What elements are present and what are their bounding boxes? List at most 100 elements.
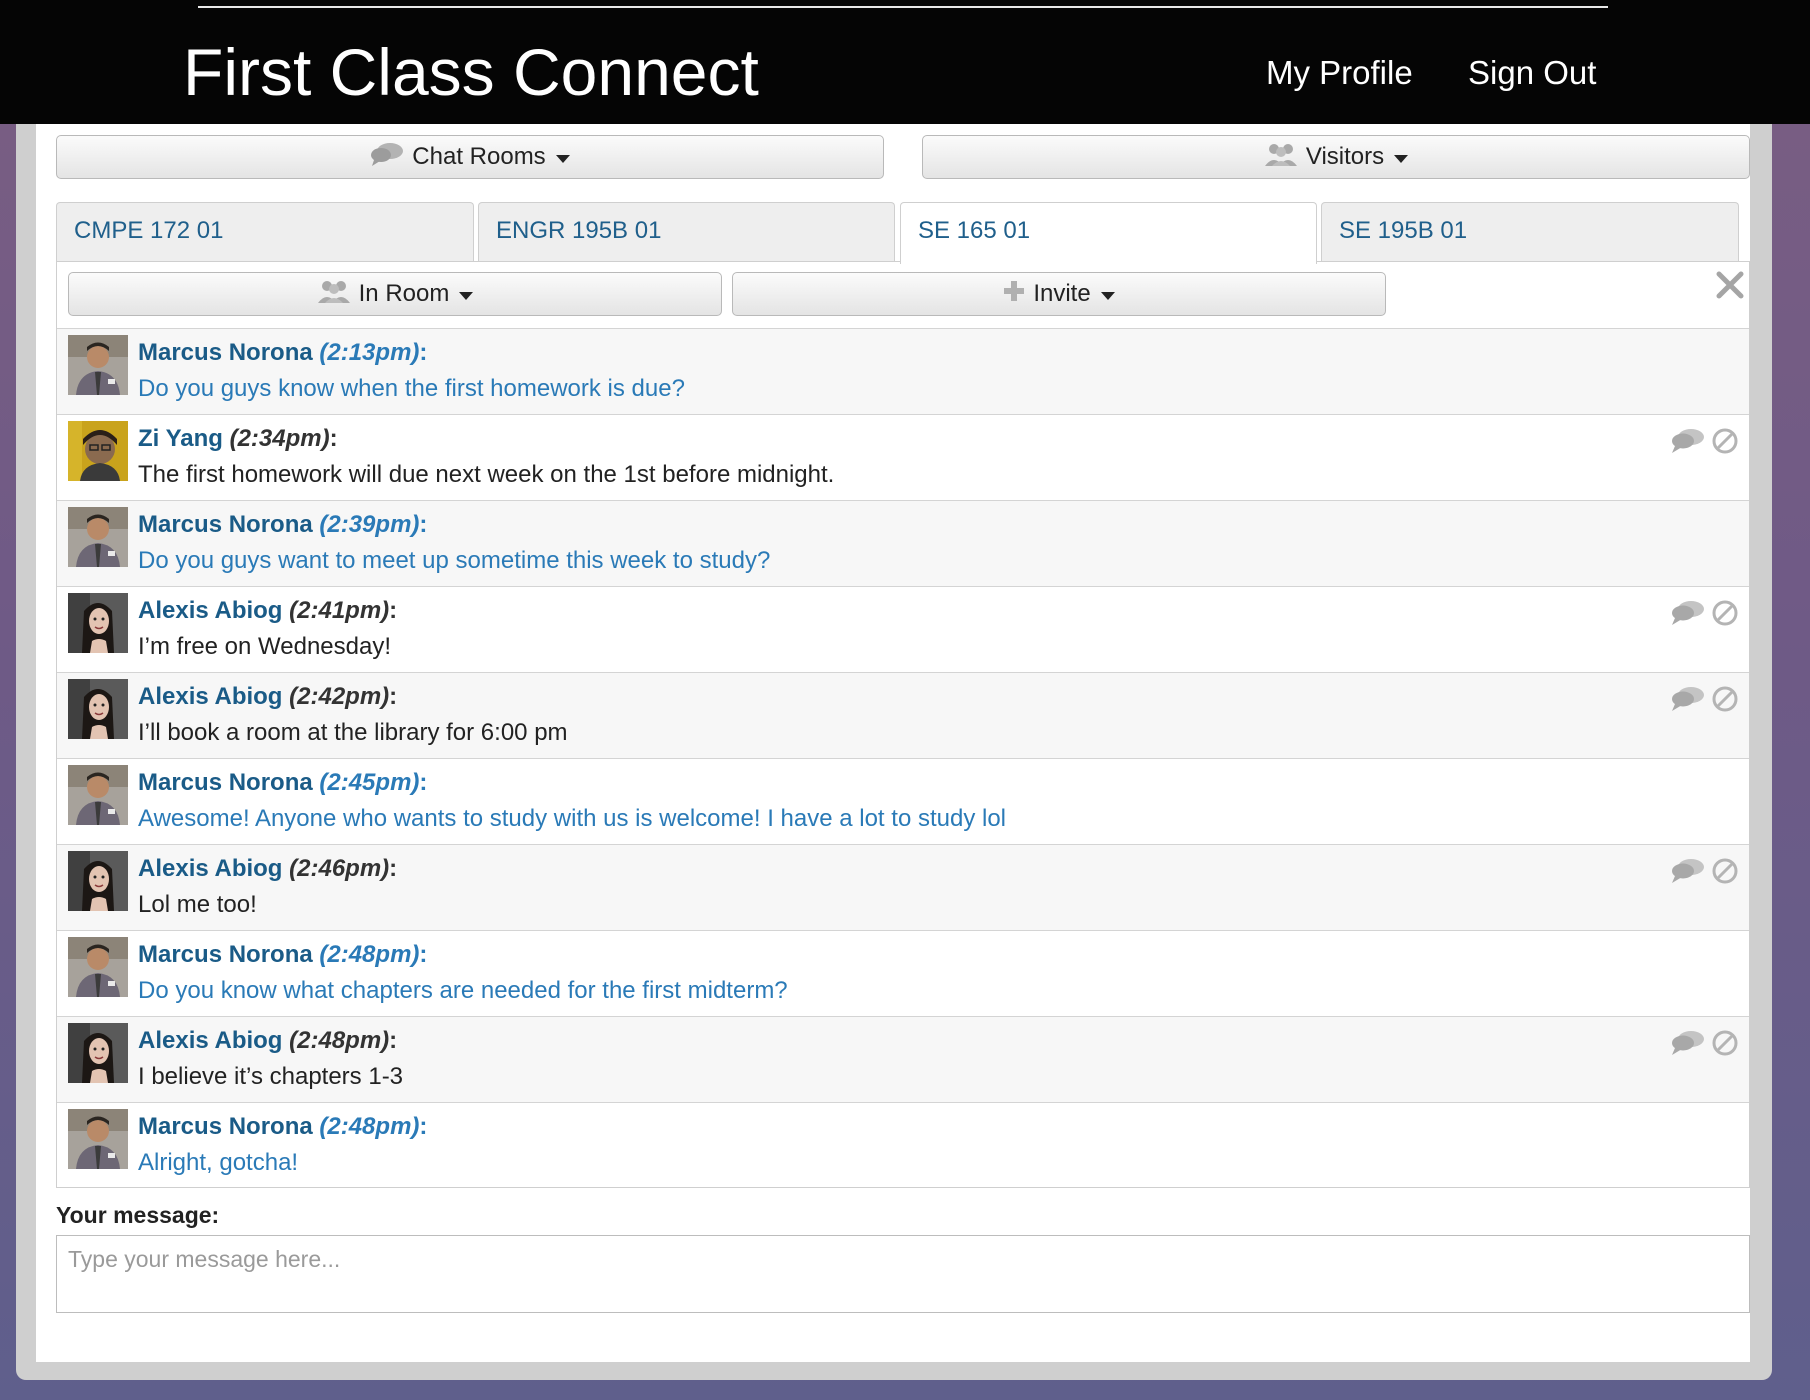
reply-icon[interactable] <box>1671 685 1705 718</box>
message-row: Alexis Abiog (2:48pm): I believe it’s cha… <box>57 1016 1749 1102</box>
message-time: (2:41pm) <box>289 597 390 624</box>
message-text: I’m free on Wednesday! <box>138 633 392 660</box>
sender-name[interactable]: Marcus Norona <box>138 339 313 366</box>
tab-engr-195b-01[interactable]: ENGR 195B 01 <box>478 202 895 262</box>
caret-down-icon <box>555 155 570 163</box>
close-icon[interactable] <box>1715 270 1745 300</box>
users-icon <box>317 279 351 310</box>
message-header: Marcus Norona (2:45pm): <box>138 769 427 797</box>
message-row: Alexis Abiog (2:41pm): I’m free on Wednes… <box>57 586 1749 672</box>
message-time: (2:48pm) <box>319 941 420 968</box>
avatar[interactable] <box>68 1023 128 1083</box>
separator-colon: : <box>329 425 338 452</box>
avatar[interactable] <box>68 937 128 997</box>
in-room-dropdown[interactable]: In Room <box>68 272 722 316</box>
message-text: Do you know what chapters are needed for… <box>138 977 788 1004</box>
separator-colon: : <box>419 1113 428 1140</box>
message-text: Awesome! Anyone who wants to study with … <box>138 805 1006 832</box>
invite-label: Invite <box>1033 280 1091 307</box>
message-text: Do you guys know when the first homework… <box>138 375 685 402</box>
reply-icon[interactable] <box>1671 857 1705 890</box>
avatar[interactable] <box>68 335 128 395</box>
message-input[interactable] <box>56 1235 1750 1313</box>
header-rule <box>198 6 1608 8</box>
separator-colon: : <box>419 339 428 366</box>
message-row: Alexis Abiog (2:46pm): Lol me too! <box>57 844 1749 930</box>
message-row: Marcus Norona (2:48pm): Alright, gotcha! <box>57 1102 1749 1188</box>
message-time: (2:48pm) <box>289 1027 390 1054</box>
message-row: Marcus Norona (2:13pm): Do you guys know … <box>57 328 1749 414</box>
sender-name[interactable]: Alexis Abiog <box>138 683 282 710</box>
message-time: (2:39pm) <box>319 511 420 538</box>
visitors-label: Visitors <box>1305 143 1385 170</box>
tab-cmpe-172-01[interactable]: CMPE 172 01 <box>56 202 474 262</box>
avatar[interactable] <box>68 851 128 911</box>
avatar[interactable] <box>68 507 128 567</box>
message-header: Alexis Abiog (2:41pm): <box>138 597 397 625</box>
my-profile-link[interactable]: My Profile <box>1266 54 1413 92</box>
message-text: Do you guys want to meet up sometime thi… <box>138 547 771 574</box>
chat-room-panel: In Room Invite Marcus Norona (2:13pm): Do… <box>56 261 1750 1188</box>
message-actions <box>1671 685 1739 718</box>
plus-icon <box>1003 280 1025 309</box>
sender-name[interactable]: Marcus Norona <box>138 769 313 796</box>
message-text: The first homework will due next week on… <box>138 461 835 488</box>
avatar[interactable] <box>68 593 128 653</box>
avatar[interactable] <box>68 765 128 825</box>
message-header: Marcus Norona (2:39pm): <box>138 511 427 539</box>
block-icon[interactable] <box>1711 857 1739 890</box>
message-time: (2:46pm) <box>289 855 390 882</box>
avatar[interactable] <box>68 421 128 481</box>
chat-rooms-dropdown[interactable]: Chat Rooms <box>56 135 884 179</box>
separator-colon: : <box>419 941 428 968</box>
message-header: Marcus Norona (2:13pm): <box>138 339 427 367</box>
block-icon[interactable] <box>1711 685 1739 718</box>
message-header: Alexis Abiog (2:42pm): <box>138 683 397 711</box>
avatar[interactable] <box>68 1109 128 1169</box>
message-time: (2:42pm) <box>289 683 390 710</box>
message-time: (2:48pm) <box>319 1113 420 1140</box>
tab-se-165-01[interactable]: SE 165 01 <box>900 202 1317 264</box>
message-header: Alexis Abiog (2:46pm): <box>138 855 397 883</box>
block-icon[interactable] <box>1711 427 1739 460</box>
message-row: Marcus Norona (2:45pm): Awesome! Anyone w… <box>57 758 1749 844</box>
chat-rooms-label: Chat Rooms <box>412 143 546 170</box>
reply-icon[interactable] <box>1671 599 1705 632</box>
message-text: Alright, gotcha! <box>138 1149 299 1176</box>
sender-name[interactable]: Zi Yang <box>138 425 223 452</box>
separator-colon: : <box>419 511 428 538</box>
sender-name[interactable]: Marcus Norona <box>138 941 313 968</box>
sender-name[interactable]: Alexis Abiog <box>138 855 282 882</box>
message-actions <box>1671 857 1739 890</box>
message-header: Marcus Norona (2:48pm): <box>138 1113 427 1141</box>
tab-se-195b-01[interactable]: SE 195B 01 <box>1321 202 1739 262</box>
message-header: Alexis Abiog (2:48pm): <box>138 1027 397 1055</box>
separator-colon: : <box>389 855 398 882</box>
block-icon[interactable] <box>1711 1029 1739 1062</box>
sender-name[interactable]: Alexis Abiog <box>138 597 282 624</box>
sign-out-link[interactable]: Sign Out <box>1468 54 1596 92</box>
reply-icon[interactable] <box>1671 427 1705 460</box>
reply-icon[interactable] <box>1671 1029 1705 1062</box>
brand-title[interactable]: First Class Connect <box>183 34 759 110</box>
caret-down-icon <box>1100 292 1115 300</box>
invite-dropdown[interactable]: Invite <box>732 272 1386 316</box>
block-icon[interactable] <box>1711 599 1739 632</box>
sender-name[interactable]: Marcus Norona <box>138 511 313 538</box>
message-text: I’ll book a room at the library for 6:00… <box>138 719 568 746</box>
avatar[interactable] <box>68 679 128 739</box>
message-text: Lol me too! <box>138 891 257 918</box>
in-room-label: In Room <box>358 280 450 307</box>
top-navbar: First Class Connect My Profile Sign Out <box>0 0 1810 124</box>
message-header: Zi Yang (2:34pm): <box>138 425 338 453</box>
sender-name[interactable]: Alexis Abiog <box>138 1027 282 1054</box>
message-text: I believe it’s chapters 1-3 <box>138 1063 404 1090</box>
message-time: (2:13pm) <box>319 339 420 366</box>
message-actions <box>1671 427 1739 460</box>
chat-bubbles-icon <box>370 142 404 173</box>
sender-name[interactable]: Marcus Norona <box>138 1113 313 1140</box>
caret-down-icon <box>1394 155 1409 163</box>
visitors-dropdown[interactable]: Visitors <box>922 135 1750 179</box>
users-icon <box>1264 142 1298 173</box>
separator-colon: : <box>389 1027 398 1054</box>
